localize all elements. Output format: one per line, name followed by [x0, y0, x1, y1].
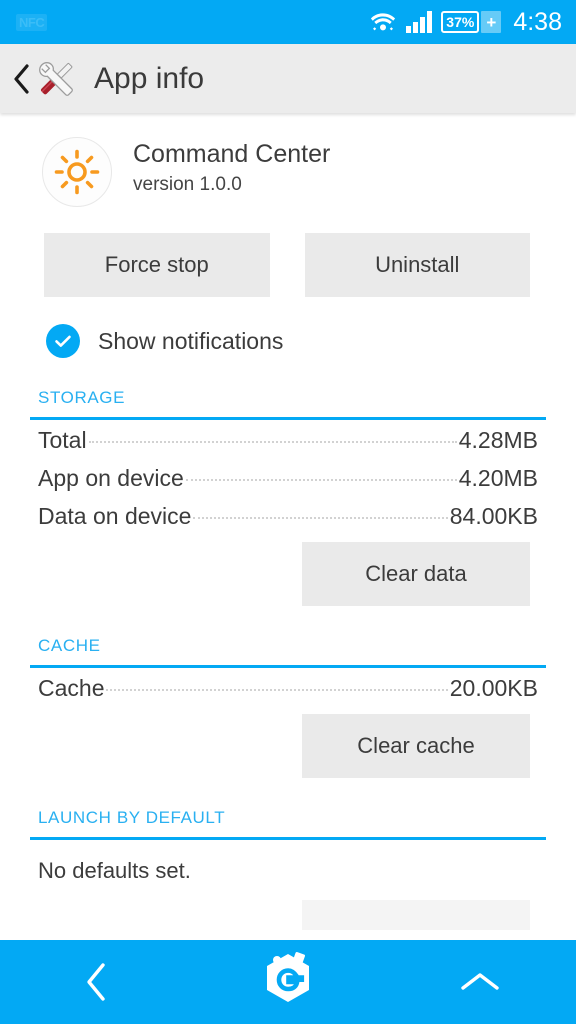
app-version: version 1.0.0: [133, 174, 242, 196]
row-key: App on device: [38, 465, 184, 491]
section-title-launch-by-default: LAUNCH BY DEFAULT: [38, 808, 226, 827]
section-title-cache: CACHE: [38, 636, 101, 655]
status-bar-indicators: 37% + 4:38: [369, 7, 562, 36]
app-bar: App info: [0, 44, 576, 113]
section-title-storage: STORAGE: [38, 388, 126, 407]
row-value: 4.28MB: [458, 427, 538, 453]
clipped-button-row: [30, 884, 546, 930]
app-identity: Command Center version 1.0.0: [0, 113, 576, 207]
clear-data-button[interactable]: Clear data: [302, 542, 530, 606]
battery-status: 37% +: [441, 11, 502, 33]
sun-icon: [42, 137, 112, 207]
table-row: Cache 20.00KB: [30, 668, 546, 706]
table-row: Data on device 84.00KB: [30, 496, 546, 534]
section-launch-by-default: LAUNCH BY DEFAULT No defaults set.: [0, 808, 576, 930]
back-chevron-icon[interactable]: [10, 63, 32, 94]
leader-dots: [193, 517, 448, 519]
table-row: Total 4.28MB: [30, 420, 546, 458]
leader-dots: [185, 479, 457, 481]
row-value: 20.00KB: [449, 675, 538, 701]
content-scroll-area[interactable]: Command Center version 1.0.0 Force stop …: [0, 113, 576, 940]
system-nav-bar: [0, 940, 576, 1024]
app-info-screen: NFC 37% + 4:38 App info Command Center v…: [0, 0, 576, 1024]
clear-cache-row: Clear cache: [30, 706, 546, 778]
leader-dots: [106, 689, 448, 691]
battery-plus-icon: +: [481, 11, 502, 33]
cell-signal-icon: [406, 11, 433, 33]
nfc-icon: NFC: [16, 13, 48, 31]
app-meta: Command Center version 1.0.0: [133, 137, 330, 196]
no-defaults-note: No defaults set.: [38, 858, 191, 883]
wifi-icon: [369, 10, 397, 34]
leader-dots: [88, 441, 457, 443]
uninstall-button[interactable]: Uninstall: [304, 233, 530, 297]
battery-percent: 37%: [441, 11, 480, 33]
section-storage: STORAGE Total 4.28MB App on device 4.20M…: [0, 388, 576, 606]
clear-defaults-button-partial[interactable]: [302, 900, 530, 930]
show-notifications-row[interactable]: Show notifications: [0, 297, 576, 358]
row-key: Total: [38, 427, 87, 453]
clear-data-row: Clear data: [30, 534, 546, 606]
force-stop-button[interactable]: Force stop: [44, 233, 270, 297]
checkmark-icon[interactable]: [46, 324, 80, 358]
status-bar: NFC 37% + 4:38: [0, 0, 576, 44]
row-value: 84.00KB: [449, 503, 538, 529]
row-key: Cache: [38, 675, 105, 701]
row-value: 4.20MB: [458, 465, 538, 491]
primary-action-row: Force stop Uninstall: [0, 207, 576, 297]
nav-up-chevron-icon[interactable]: [384, 940, 576, 1024]
hexagon-g-logo-icon[interactable]: [192, 940, 384, 1024]
row-key: Data on device: [38, 503, 192, 529]
clear-cache-button[interactable]: Clear cache: [302, 714, 530, 778]
table-row: App on device 4.20MB: [30, 458, 546, 496]
app-name: Command Center: [133, 140, 331, 168]
clock: 4:38: [513, 7, 562, 36]
nav-back-chevron-icon[interactable]: [0, 940, 192, 1024]
section-cache: CACHE Cache 20.00KB Clear cache: [0, 636, 576, 778]
page-title: App info: [94, 61, 205, 95]
tools-icon: [33, 57, 79, 101]
show-notifications-label: Show notifications: [98, 327, 284, 354]
